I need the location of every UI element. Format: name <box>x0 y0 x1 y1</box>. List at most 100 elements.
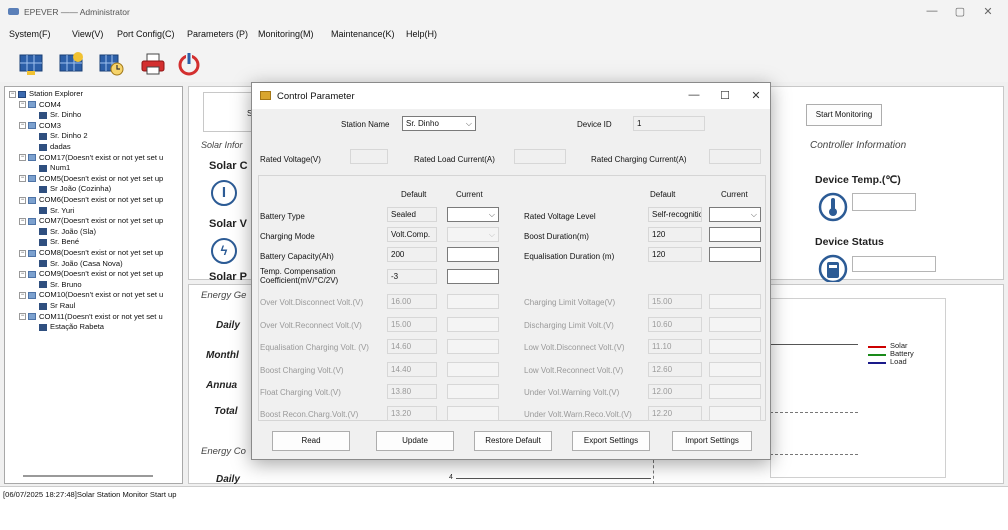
station-name-select[interactable]: Sr. Dinho ⌵ <box>402 116 476 131</box>
tree-item-label: Estação Rabeta <box>50 322 105 332</box>
battery-type-current-select[interactable]: ⌵ <box>447 207 499 222</box>
rated-voltage-level-current-select[interactable]: ⌵ <box>709 207 761 222</box>
menu-view[interactable]: View(V) <box>72 29 103 39</box>
com-port-icon <box>28 122 36 130</box>
legend-load-label: Load <box>890 357 907 366</box>
menu-parameters[interactable]: Parameters (P) <box>187 29 248 39</box>
minimize-button[interactable]: — <box>922 5 942 17</box>
update-button[interactable]: Update <box>376 431 454 451</box>
menu-monitoring[interactable]: Monitoring(M) <box>258 29 314 39</box>
battery-capacity-current-input[interactable] <box>447 247 499 262</box>
right-voltage-param-default: 12.20 <box>648 406 702 421</box>
tree-station-item[interactable]: Sr. João (Sla) <box>39 227 96 237</box>
menu-system[interactable]: System(F) <box>9 29 51 39</box>
equalisation-duration-label: Equalisation Duration (m) <box>524 252 615 261</box>
collapse-toggle-icon[interactable]: − <box>19 175 26 183</box>
tree-station-item[interactable]: Num1 <box>39 163 70 173</box>
boost-duration-current-input[interactable] <box>709 227 761 242</box>
tree-station-item[interactable]: Sr. Bruno <box>39 280 82 290</box>
tree-station-item[interactable]: Sr. Dinho <box>39 110 81 120</box>
tree-station-item[interactable]: Sr. Bené <box>39 237 79 247</box>
tree-item-label: Sr. Bené <box>50 237 80 247</box>
right-voltage-param-label: Under Volt.Warn.Reco.Volt.(V) <box>524 410 632 419</box>
tree-port-item[interactable]: − COM7(Doesn't exist or not yet set up <box>19 216 163 226</box>
read-button[interactable]: Read <box>272 431 350 451</box>
right-default-header: Default <box>650 190 676 199</box>
solar-clock-icon[interactable] <box>98 51 124 77</box>
tree-station-item[interactable]: Sr. João (Casa Nova) <box>39 259 123 269</box>
station-device-icon <box>39 323 47 331</box>
tree-port-item[interactable]: − COM8(Doesn't exist or not yet set up <box>19 248 163 258</box>
tree-station-item[interactable]: Sr. Dinho 2 <box>39 131 88 141</box>
restore-default-button[interactable]: Restore Default <box>474 431 552 451</box>
left-voltage-param-default-value: 13.80 <box>391 387 412 396</box>
tree-port-item[interactable]: − COM5(Doesn't exist or not yet set up <box>19 174 163 184</box>
left-voltage-param-default-value: 14.60 <box>391 342 412 351</box>
export-settings-button[interactable]: Export Settings <box>572 431 650 451</box>
charging-mode-label: Charging Mode <box>260 232 315 241</box>
tree-port-item[interactable]: − COM10(Doesn't exist or not yet set u <box>19 290 163 300</box>
tree-port-item[interactable]: − COM3 <box>19 121 61 131</box>
collapse-toggle-icon[interactable]: − <box>19 217 26 225</box>
boost-duration-label: Boost Duration(m) <box>524 232 589 241</box>
dialog-close-button[interactable]: ✕ <box>746 89 766 102</box>
tree-item-label: Sr. Bruno <box>50 279 82 289</box>
collapse-toggle-icon[interactable]: − <box>9 90 16 98</box>
right-voltage-param-default-value: 15.00 <box>652 297 673 306</box>
tree-station-item[interactable]: Sr. Yuri <box>39 206 74 216</box>
start-monitoring-button[interactable]: Start Monitoring <box>806 104 882 126</box>
power-icon[interactable] <box>176 51 202 77</box>
dialog-minimize-button[interactable]: — <box>684 89 704 101</box>
collapse-toggle-icon[interactable]: − <box>19 122 26 130</box>
collapse-toggle-icon[interactable]: − <box>19 196 26 204</box>
tree-item-label: Sr. João (Sla) <box>50 226 97 236</box>
solar-panel-icon[interactable] <box>18 51 44 77</box>
collapse-toggle-icon[interactable]: − <box>19 154 26 162</box>
voltage-meter-icon: ϟ <box>211 238 237 264</box>
tree-root-station-explorer[interactable]: − Station Explorer <box>9 89 83 99</box>
collapse-toggle-icon[interactable]: − <box>19 291 26 299</box>
right-voltage-param-label: Low Volt.Disconnect Volt.(V) <box>524 343 625 352</box>
tree-port-item[interactable]: − COM9(Doesn't exist or not yet set up <box>19 269 163 279</box>
menu-port-config[interactable]: Port Config(C) <box>117 29 175 39</box>
left-current-header: Current <box>456 190 483 199</box>
equalisation-duration-current-input[interactable] <box>709 247 761 262</box>
tree-station-item[interactable]: Sr Raul <box>39 301 75 311</box>
printer-icon[interactable] <box>140 51 166 77</box>
collapse-toggle-icon[interactable]: − <box>19 313 26 321</box>
solar-add-icon[interactable] <box>58 51 84 77</box>
battery-capacity-default: 200 <box>387 247 437 262</box>
right-voltage-param-current-input <box>709 317 761 332</box>
close-button[interactable]: ✕ <box>978 5 998 18</box>
tree-item-label: Sr. João (Casa Nova) <box>50 258 123 268</box>
tree-port-item[interactable]: − COM17(Doesn't exist or not yet set u <box>19 153 163 163</box>
left-voltage-param-current-input <box>447 294 499 309</box>
import-settings-button[interactable]: Import Settings <box>672 431 752 451</box>
rated-voltage-label: Rated Voltage(V) <box>260 155 321 164</box>
collapse-toggle-icon[interactable]: − <box>19 101 26 109</box>
tree-station-item[interactable]: Estação Rabeta <box>39 322 104 332</box>
chart-grid-line <box>653 460 654 484</box>
tree-item-label: Num1 <box>50 163 71 173</box>
collapse-toggle-icon[interactable]: − <box>19 249 26 257</box>
maximize-button[interactable]: ▢ <box>950 5 970 18</box>
dialog-app-icon <box>260 91 271 100</box>
temp-compensation-default: -3 <box>387 269 437 284</box>
energy-consumed-heading: Energy Co <box>201 446 246 457</box>
menu-maintenance[interactable]: Maintenance(K) <box>331 29 395 39</box>
left-voltage-param-label: Over Volt.Disconnect Volt.(V) <box>260 298 364 307</box>
tree-station-item[interactable]: Sr João (Cozinha) <box>39 184 111 194</box>
tree-port-item[interactable]: − COM11(Doesn't exist or not yet set u <box>19 312 163 322</box>
left-voltage-param-default: 15.00 <box>387 317 437 332</box>
collapse-toggle-icon[interactable]: − <box>19 270 26 278</box>
explorer-horizontal-scrollbar[interactable] <box>23 475 153 477</box>
right-voltage-param-label: Under Vol.Warning Volt.(V) <box>524 388 620 397</box>
dialog-maximize-button[interactable]: ☐ <box>715 89 735 102</box>
tree-port-item[interactable]: − COM6(Doesn't exist or not yet set up <box>19 195 163 205</box>
menu-help[interactable]: Help(H) <box>406 29 437 39</box>
tree-station-item[interactable]: dadas <box>39 142 71 152</box>
rated-charging-current-field <box>709 149 761 164</box>
temp-compensation-current-input[interactable] <box>447 269 499 284</box>
tree-port-item[interactable]: − COM4 <box>19 100 61 110</box>
rated-charging-current-label: Rated Charging Current(A) <box>591 155 687 164</box>
